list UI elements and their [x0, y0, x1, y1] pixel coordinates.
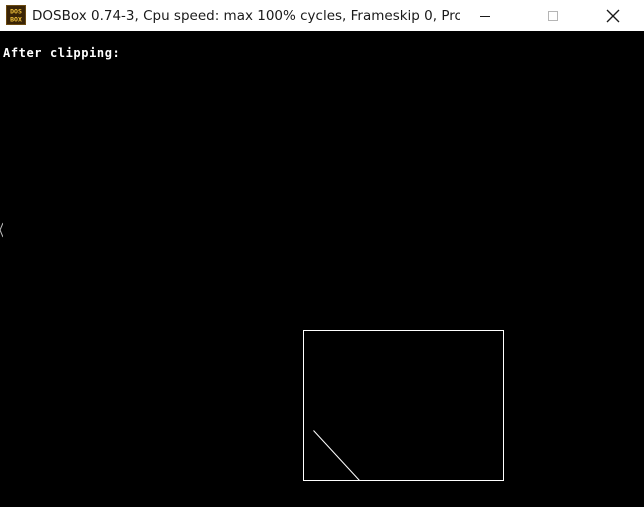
- dosbox-icon[interactable]: DOS BOX: [6, 5, 26, 25]
- title-bar[interactable]: DOS BOX DOSBox 0.74-3, Cpu speed: max 10…: [0, 0, 644, 31]
- minimize-icon: [480, 15, 490, 17]
- window-edge-artifact: [0, 222, 3, 238]
- minimize-button[interactable]: [462, 0, 508, 31]
- dos-screen[interactable]: After clipping:: [0, 31, 644, 507]
- clipping-window-rectangle: [303, 330, 504, 481]
- icon-label-top: DOS: [10, 8, 22, 16]
- dosbox-window: DOS BOX DOSBox 0.74-3, Cpu speed: max 10…: [0, 0, 644, 507]
- close-icon: [606, 9, 620, 22]
- graphics-canvas: [303, 330, 504, 481]
- close-button[interactable]: [590, 0, 636, 31]
- window-title: DOSBox 0.74-3, Cpu speed: max 100% cycle…: [32, 8, 460, 24]
- maximize-button[interactable]: [530, 0, 576, 31]
- maximize-icon: [548, 10, 558, 21]
- icon-label-bottom: BOX: [10, 16, 22, 24]
- clipped-line-segment: [313, 430, 360, 481]
- dosbox-icon-graphic: DOS BOX: [7, 6, 25, 24]
